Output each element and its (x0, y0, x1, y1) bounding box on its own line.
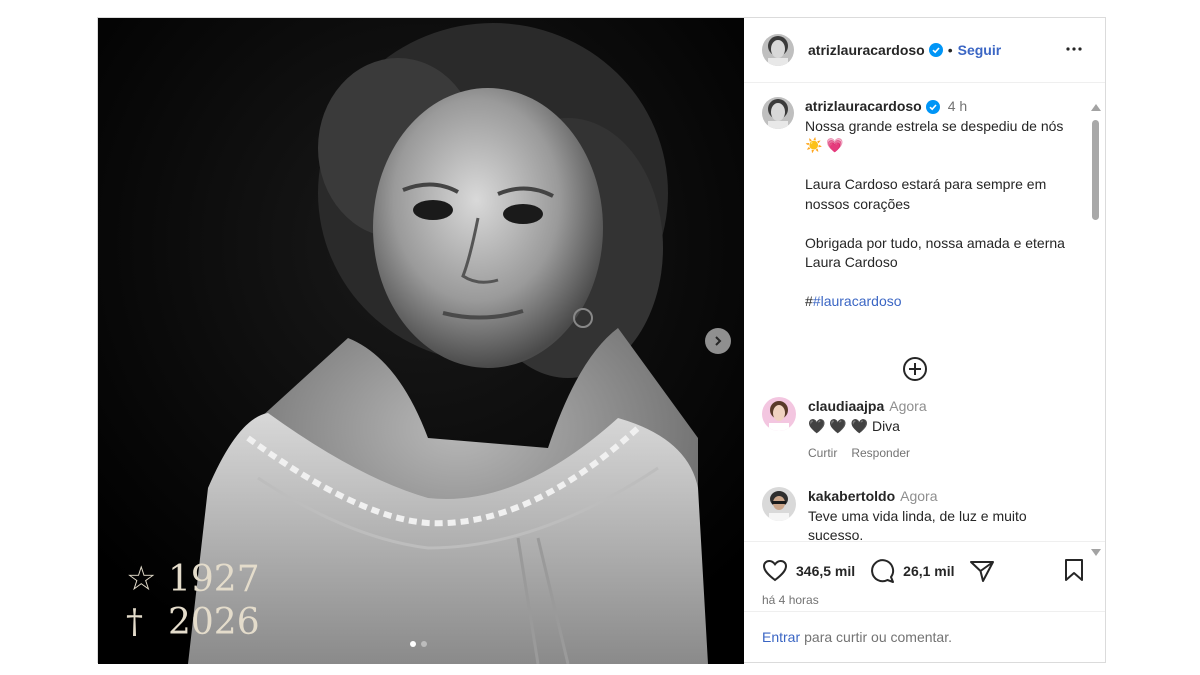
star-icon: ☆ (126, 559, 157, 600)
avatar[interactable] (762, 397, 796, 431)
caption-username[interactable]: atrizlauracardoso (805, 97, 922, 117)
hashtag-prefix: # (805, 293, 813, 309)
share-icon (969, 561, 994, 582)
bookmark-icon (1065, 559, 1083, 581)
share-button[interactable] (969, 559, 995, 583)
verified-badge-icon (928, 43, 943, 57)
comments-area[interactable]: atrizlauracardoso 4 h Nossa grande estre… (744, 83, 1105, 541)
comments-count[interactable]: 26,1 mil (903, 563, 954, 579)
comment-username[interactable]: kakabertoldo (808, 487, 895, 507)
login-link[interactable]: Entrar (762, 629, 800, 645)
login-prompt: Entrar para curtir ou comentar. (744, 611, 1105, 662)
follow-button[interactable]: Seguir (958, 42, 1002, 58)
comment-body: kakabertoldo Agora Teve uma vida linda, … (808, 487, 1078, 541)
heart-icon (762, 559, 788, 582)
post-media[interactable]: ☆ 1927 † 2026 (98, 18, 744, 664)
load-more-comments-button[interactable] (901, 355, 929, 383)
avatar[interactable] (762, 34, 794, 66)
caption-body: atrizlauracardoso 4 h Nossa grande estre… (805, 97, 1075, 312)
post-sidebar: atrizlauracardoso • Seguir atrizlauracar… (744, 18, 1105, 662)
plus-circle-icon (903, 357, 927, 381)
post-actions: 346,5 mil 26,1 mil há 4 horas (744, 541, 1105, 611)
avatar-image (762, 34, 794, 66)
avatar[interactable] (762, 487, 796, 521)
scroll-up-arrow-icon[interactable] (1091, 104, 1101, 111)
birth-year: 1927 (168, 559, 260, 600)
post-card: ☆ 1927 † 2026 atrizlauracardoso • Seguir (97, 17, 1106, 664)
comment-button[interactable]: 26,1 mil (869, 558, 955, 584)
verified-badge-icon (925, 99, 940, 114)
chevron-right-icon (715, 336, 722, 346)
post-timestamp[interactable]: há 4 horas (762, 593, 819, 607)
login-text: para curtir ou comentar. (804, 629, 952, 645)
comment-text: Teve uma vida linda, de luz e muito suce… (808, 507, 1027, 542)
comment-username[interactable]: claudiaajpa (808, 397, 884, 417)
avatar-image (762, 397, 796, 431)
reply-button[interactable]: Responder (851, 444, 910, 464)
slide-dot (421, 641, 427, 647)
comment-text: 🖤 🖤 🖤 Diva (808, 417, 900, 434)
likes-count[interactable]: 346,5 mil (796, 563, 855, 579)
comment-body: claudiaajpa Agora 🖤 🖤 🖤 Diva Curtir Resp… (808, 397, 1078, 464)
years-overlay: ☆ 1927 † 2026 (126, 558, 260, 644)
save-button[interactable] (1063, 558, 1085, 587)
like-comment-button[interactable]: Curtir (808, 444, 837, 464)
more-options-button[interactable] (1065, 40, 1083, 63)
slide-indicator (410, 641, 427, 647)
username[interactable]: atrizlauracardoso (808, 42, 925, 58)
post-header: atrizlauracardoso • Seguir (744, 18, 1105, 83)
comment-icon (871, 559, 895, 583)
slide-dot (410, 641, 416, 647)
hashtag-link[interactable]: #lauracardoso (813, 293, 902, 309)
like-button[interactable]: 346,5 mil (762, 559, 855, 583)
avatar[interactable] (762, 97, 794, 129)
avatar-image (762, 97, 794, 129)
cross-icon: † (126, 602, 143, 643)
avatar-image (762, 487, 796, 521)
comments-scrollbar[interactable] (1090, 104, 1101, 556)
caption-time[interactable]: 4 h (948, 97, 967, 117)
separator: • (947, 42, 953, 58)
next-slide-button[interactable] (705, 328, 731, 354)
caption-line: Laura Cardoso estará para sempre em noss… (805, 176, 1051, 212)
comment-time[interactable]: Agora (889, 397, 926, 417)
scrollbar-thumb[interactable] (1092, 120, 1099, 220)
comment-time[interactable]: Agora (900, 487, 937, 507)
more-icon (1066, 47, 1082, 51)
death-year: 2026 (168, 602, 260, 644)
caption-line: Obrigada por tudo, nossa amada e eterna … (805, 234, 1069, 271)
caption-line: Nossa grande estrela se despediu de nós … (805, 117, 1068, 154)
